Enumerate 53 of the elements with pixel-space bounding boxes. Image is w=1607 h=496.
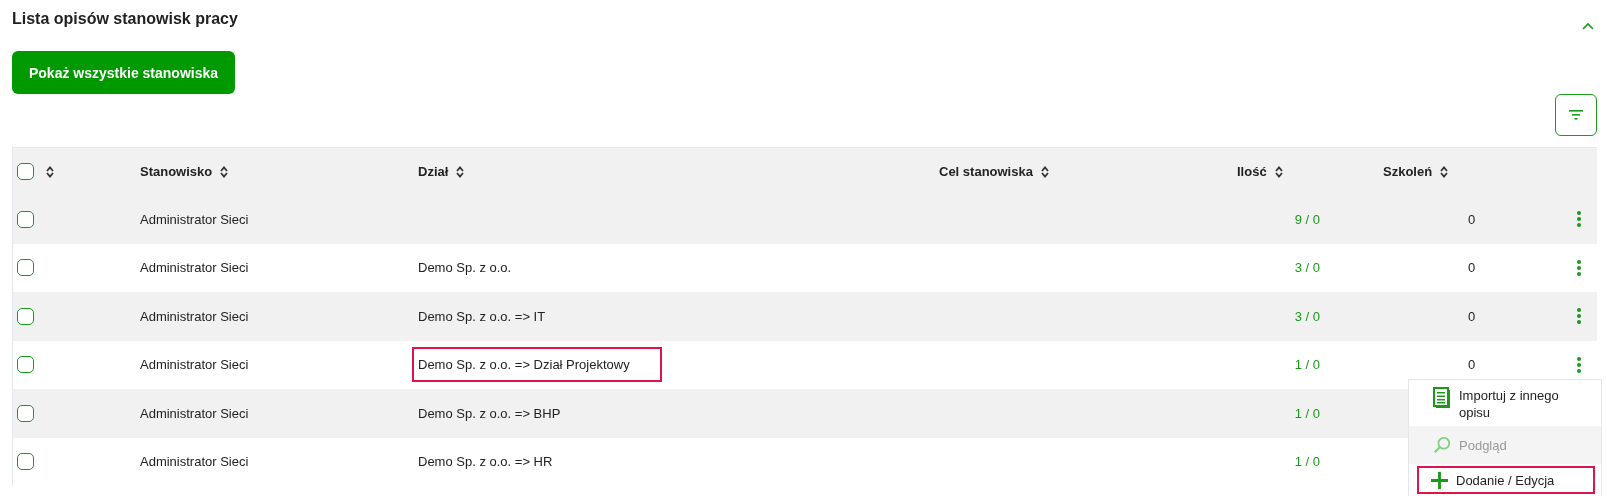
row-checkbox[interactable] — [17, 453, 34, 471]
show-all-button[interactable]: Pokaż wszystkie stanowiska — [12, 51, 235, 94]
table-cell: Administrator Sieci — [140, 454, 249, 470]
row-checkbox[interactable] — [17, 356, 34, 374]
row-checkbox[interactable] — [17, 210, 34, 228]
table-cell: Demo Sp. z o.o. => Dział Projektowy — [412, 347, 662, 383]
sort-icon[interactable] — [1040, 165, 1049, 178]
sort-icon[interactable] — [220, 165, 229, 178]
count-link[interactable]: 3 / 0 — [1294, 308, 1320, 324]
table-cell-text: Demo Sp. z o.o. => IT — [417, 307, 547, 326]
menu-item[interactable]: Importuj z innego opisu — [1409, 382, 1601, 426]
sort-icon[interactable] — [46, 165, 54, 178]
sort-icon[interactable] — [1440, 165, 1449, 178]
table-cell: Administrator Sieci — [140, 357, 249, 373]
table-cell: Administrator Sieci — [140, 308, 249, 324]
table-cell-text: Demo Sp. z o.o. => BHP — [417, 404, 562, 423]
section-title: Lista opisów stanowisk pracy — [12, 10, 238, 28]
count-link[interactable]: 9 / 0 — [1294, 211, 1320, 227]
column-header[interactable]: Stanowisko — [140, 164, 213, 179]
row-checkbox[interactable] — [17, 404, 34, 422]
count-link[interactable]: 1 / 0 — [1294, 357, 1320, 373]
filter-icon — [1569, 110, 1583, 120]
row-checkbox[interactable] — [17, 307, 34, 325]
count-link[interactable]: 1 / 0 — [1294, 454, 1320, 470]
column-header[interactable]: Szkoleń — [1383, 164, 1433, 179]
more-icon[interactable] — [1576, 308, 1581, 325]
plus-icon — [1431, 471, 1448, 489]
more-icon[interactable] — [1576, 211, 1581, 228]
table-cell-text: Demo Sp. z o.o. => HR — [417, 453, 554, 472]
table-cell-text: Demo Sp. z o.o. — [417, 259, 513, 278]
sort-icon[interactable] — [456, 165, 465, 178]
column-header[interactable]: Cel stanowiska — [939, 164, 1033, 179]
table-cell: 0 — [1468, 260, 1476, 276]
table-cell: 0 — [1468, 308, 1476, 324]
count-link[interactable]: 1 / 0 — [1294, 405, 1320, 421]
table-cell: 0 — [1468, 211, 1476, 227]
more-icon[interactable] — [1576, 356, 1581, 373]
table-cell: Administrator Sieci — [140, 260, 249, 276]
chevron-icon[interactable] — [1582, 22, 1594, 30]
table-cell: Administrator Sieci — [140, 211, 249, 227]
filter-button[interactable] — [1555, 94, 1597, 136]
column-header[interactable]: Ilość — [1237, 164, 1267, 179]
select-all-checkbox[interactable] — [17, 163, 34, 180]
row-checkbox[interactable] — [17, 259, 34, 277]
more-icon[interactable] — [1576, 259, 1581, 276]
document-icon — [1433, 387, 1451, 409]
table-cell: Administrator Sieci — [140, 405, 249, 421]
menu-item[interactable]: Dodanie / Edycja — [1417, 466, 1595, 494]
count-link[interactable]: 3 / 0 — [1294, 260, 1320, 276]
column-header[interactable]: Dział — [418, 164, 449, 179]
table-cell: 0 — [1468, 357, 1476, 373]
search-icon — [1433, 436, 1451, 454]
sort-icon[interactable] — [1274, 165, 1283, 178]
